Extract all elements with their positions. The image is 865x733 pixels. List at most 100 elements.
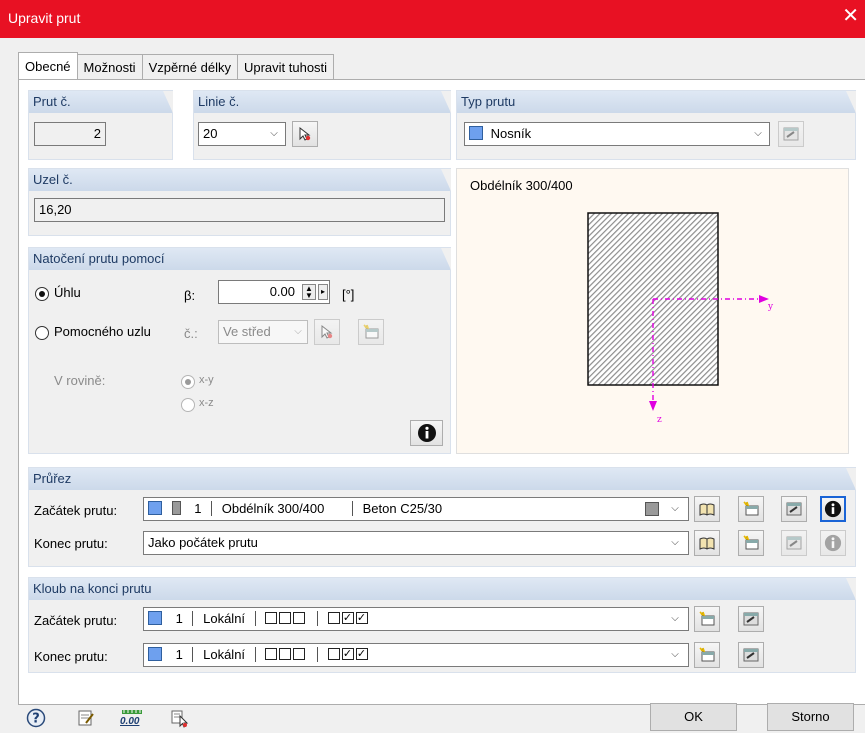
hinge-end-uy bbox=[279, 648, 292, 660]
helper-node-radio[interactable] bbox=[35, 326, 49, 340]
window-title: Upravit prut bbox=[8, 10, 81, 26]
tab-modify-stiffness[interactable]: Upravit tuhosti bbox=[236, 54, 335, 79]
hinge-start-phix bbox=[327, 612, 340, 624]
pick-helper-node-button[interactable] bbox=[314, 319, 340, 345]
line-number-value: 20 bbox=[203, 126, 218, 141]
units-label: 0.00 bbox=[120, 716, 140, 727]
pick-line-button[interactable] bbox=[292, 121, 318, 147]
cs-end-new-button[interactable] bbox=[738, 530, 764, 556]
notepad-edit-icon bbox=[78, 710, 94, 726]
beta-menu-arrow[interactable]: ▸ bbox=[318, 284, 328, 300]
node-number-label: Uzel č. bbox=[29, 169, 451, 191]
hinge-start-select[interactable]: 1 Lokální bbox=[143, 607, 689, 631]
edit-comment-button[interactable] bbox=[72, 705, 100, 731]
cs-end-select[interactable]: Jako počátek prutu bbox=[143, 531, 689, 555]
hinge-end-new-button[interactable] bbox=[694, 642, 720, 668]
edit-dialog-icon bbox=[786, 502, 802, 516]
chevron-down-icon[interactable]: ⌵ bbox=[290, 321, 306, 343]
title-bar: Upravit prut ✕ bbox=[0, 0, 865, 38]
units-button[interactable]: 0.00 bbox=[118, 705, 146, 731]
hinge-start-ux bbox=[265, 612, 278, 624]
cancel-button[interactable]: Storno bbox=[767, 703, 854, 731]
cs-new-button[interactable] bbox=[738, 496, 764, 522]
member-type-select[interactable]: Nosník bbox=[464, 122, 770, 146]
z-axis-arrow bbox=[649, 401, 657, 411]
chevron-down-icon[interactable]: ⌵ bbox=[750, 123, 766, 145]
cs-library-button[interactable] bbox=[694, 496, 720, 522]
hinge-start-uz bbox=[293, 612, 306, 624]
hinge-start-phiy bbox=[341, 612, 354, 624]
angle-unit: [°] bbox=[342, 287, 355, 302]
plane-label: V rovině: bbox=[54, 373, 106, 388]
cs-end-library-button[interactable] bbox=[694, 530, 720, 556]
cs-end-edit-button[interactable] bbox=[781, 530, 807, 556]
cs-start-material: Beton C25/30 bbox=[362, 501, 443, 516]
chevron-down-icon[interactable]: ⌵ bbox=[667, 532, 683, 554]
info-icon bbox=[824, 534, 842, 552]
new-item-icon bbox=[699, 647, 715, 662]
member-type-value: Nosník bbox=[490, 126, 532, 141]
cs-end-info-button[interactable] bbox=[820, 530, 846, 556]
tab-strip: Obecné Možnosti Vzpěrné délky Upravit tu… bbox=[18, 52, 335, 80]
chevron-down-icon[interactable]: ⌵ bbox=[667, 644, 683, 666]
tab-options[interactable]: Možnosti bbox=[76, 54, 143, 79]
plane-xy-radio[interactable] bbox=[181, 375, 195, 389]
hinge-end-select[interactable]: 1 Lokální bbox=[143, 643, 689, 667]
hinge-end-phiy bbox=[341, 648, 354, 660]
new-helper-node-button[interactable] bbox=[358, 319, 384, 345]
hinge-start-new-button[interactable] bbox=[694, 606, 720, 632]
ok-button[interactable]: OK bbox=[650, 703, 737, 731]
cs-end-label: Konec prutu: bbox=[34, 536, 108, 551]
angle-label: Úhlu bbox=[54, 285, 81, 300]
member-number-label: Prut č. bbox=[29, 91, 173, 113]
cross-section-drawing bbox=[587, 212, 769, 411]
hinge-start-uy bbox=[279, 612, 292, 624]
cs-start-select[interactable]: 1 Obdélník 300/400 Beton C25/30 bbox=[143, 497, 689, 521]
beta-spinner[interactable]: ▲ ▼ bbox=[302, 284, 316, 300]
hinge-color-icon bbox=[148, 647, 162, 661]
edit-dialog-icon bbox=[783, 127, 799, 141]
hinge-end-phix bbox=[327, 648, 340, 660]
material-color-icon bbox=[171, 501, 181, 515]
cs-start-name: Obdélník 300/400 bbox=[221, 501, 325, 516]
tab-general[interactable]: Obecné bbox=[18, 52, 78, 79]
line-number-label: Linie č. bbox=[194, 91, 451, 113]
plane-xz-radio[interactable] bbox=[181, 398, 195, 412]
book-icon bbox=[699, 537, 715, 550]
select-in-model-button[interactable] bbox=[166, 705, 194, 731]
help-button[interactable]: ? bbox=[22, 705, 50, 731]
cs-start-label: Začátek prutu: bbox=[34, 503, 118, 518]
chevron-down-icon[interactable]: ⌵ bbox=[667, 608, 683, 630]
cs-edit-button[interactable] bbox=[781, 496, 807, 522]
angle-radio[interactable] bbox=[35, 287, 49, 301]
hinge-start-number: 1 bbox=[175, 611, 183, 626]
svg-text:?: ? bbox=[32, 712, 40, 727]
hinge-end-label: Konec prutu: bbox=[34, 649, 108, 664]
book-icon bbox=[699, 503, 715, 516]
chevron-down-icon[interactable]: ⌵ bbox=[266, 123, 282, 145]
new-item-icon bbox=[699, 611, 715, 626]
close-icon[interactable]: ✕ bbox=[842, 6, 859, 26]
rotation-info-button[interactable] bbox=[410, 420, 443, 446]
cursor-pick-icon bbox=[321, 324, 333, 339]
hinge-color-icon bbox=[148, 611, 162, 625]
hinge-header: Kloub na konci prutu bbox=[29, 578, 856, 600]
section-color-icon bbox=[148, 501, 162, 515]
hinge-end-edit-button[interactable] bbox=[738, 642, 764, 668]
cs-info-button[interactable] bbox=[820, 496, 846, 522]
beta-label: β: bbox=[184, 288, 196, 303]
plane-xz-label: x-z bbox=[199, 397, 214, 409]
new-item-icon bbox=[363, 324, 379, 339]
member-number-field: 2 bbox=[34, 122, 106, 146]
edit-dialog-icon bbox=[743, 612, 759, 626]
y-axis-label: y bbox=[768, 302, 774, 312]
hinge-start-label: Začátek prutu: bbox=[34, 613, 118, 628]
hinge-start-edit-button[interactable] bbox=[738, 606, 764, 632]
rotation-header: Natočení prutu pomocí bbox=[29, 248, 451, 270]
member-type-label: Typ prutu bbox=[457, 91, 856, 113]
edit-member-type-button[interactable] bbox=[778, 121, 804, 147]
chevron-down-icon[interactable]: ⌵ bbox=[667, 498, 683, 520]
hinge-end-uz bbox=[293, 648, 306, 660]
hinge-start-phiz bbox=[355, 612, 368, 624]
tab-buckling-lengths[interactable]: Vzpěrné délky bbox=[141, 54, 238, 79]
